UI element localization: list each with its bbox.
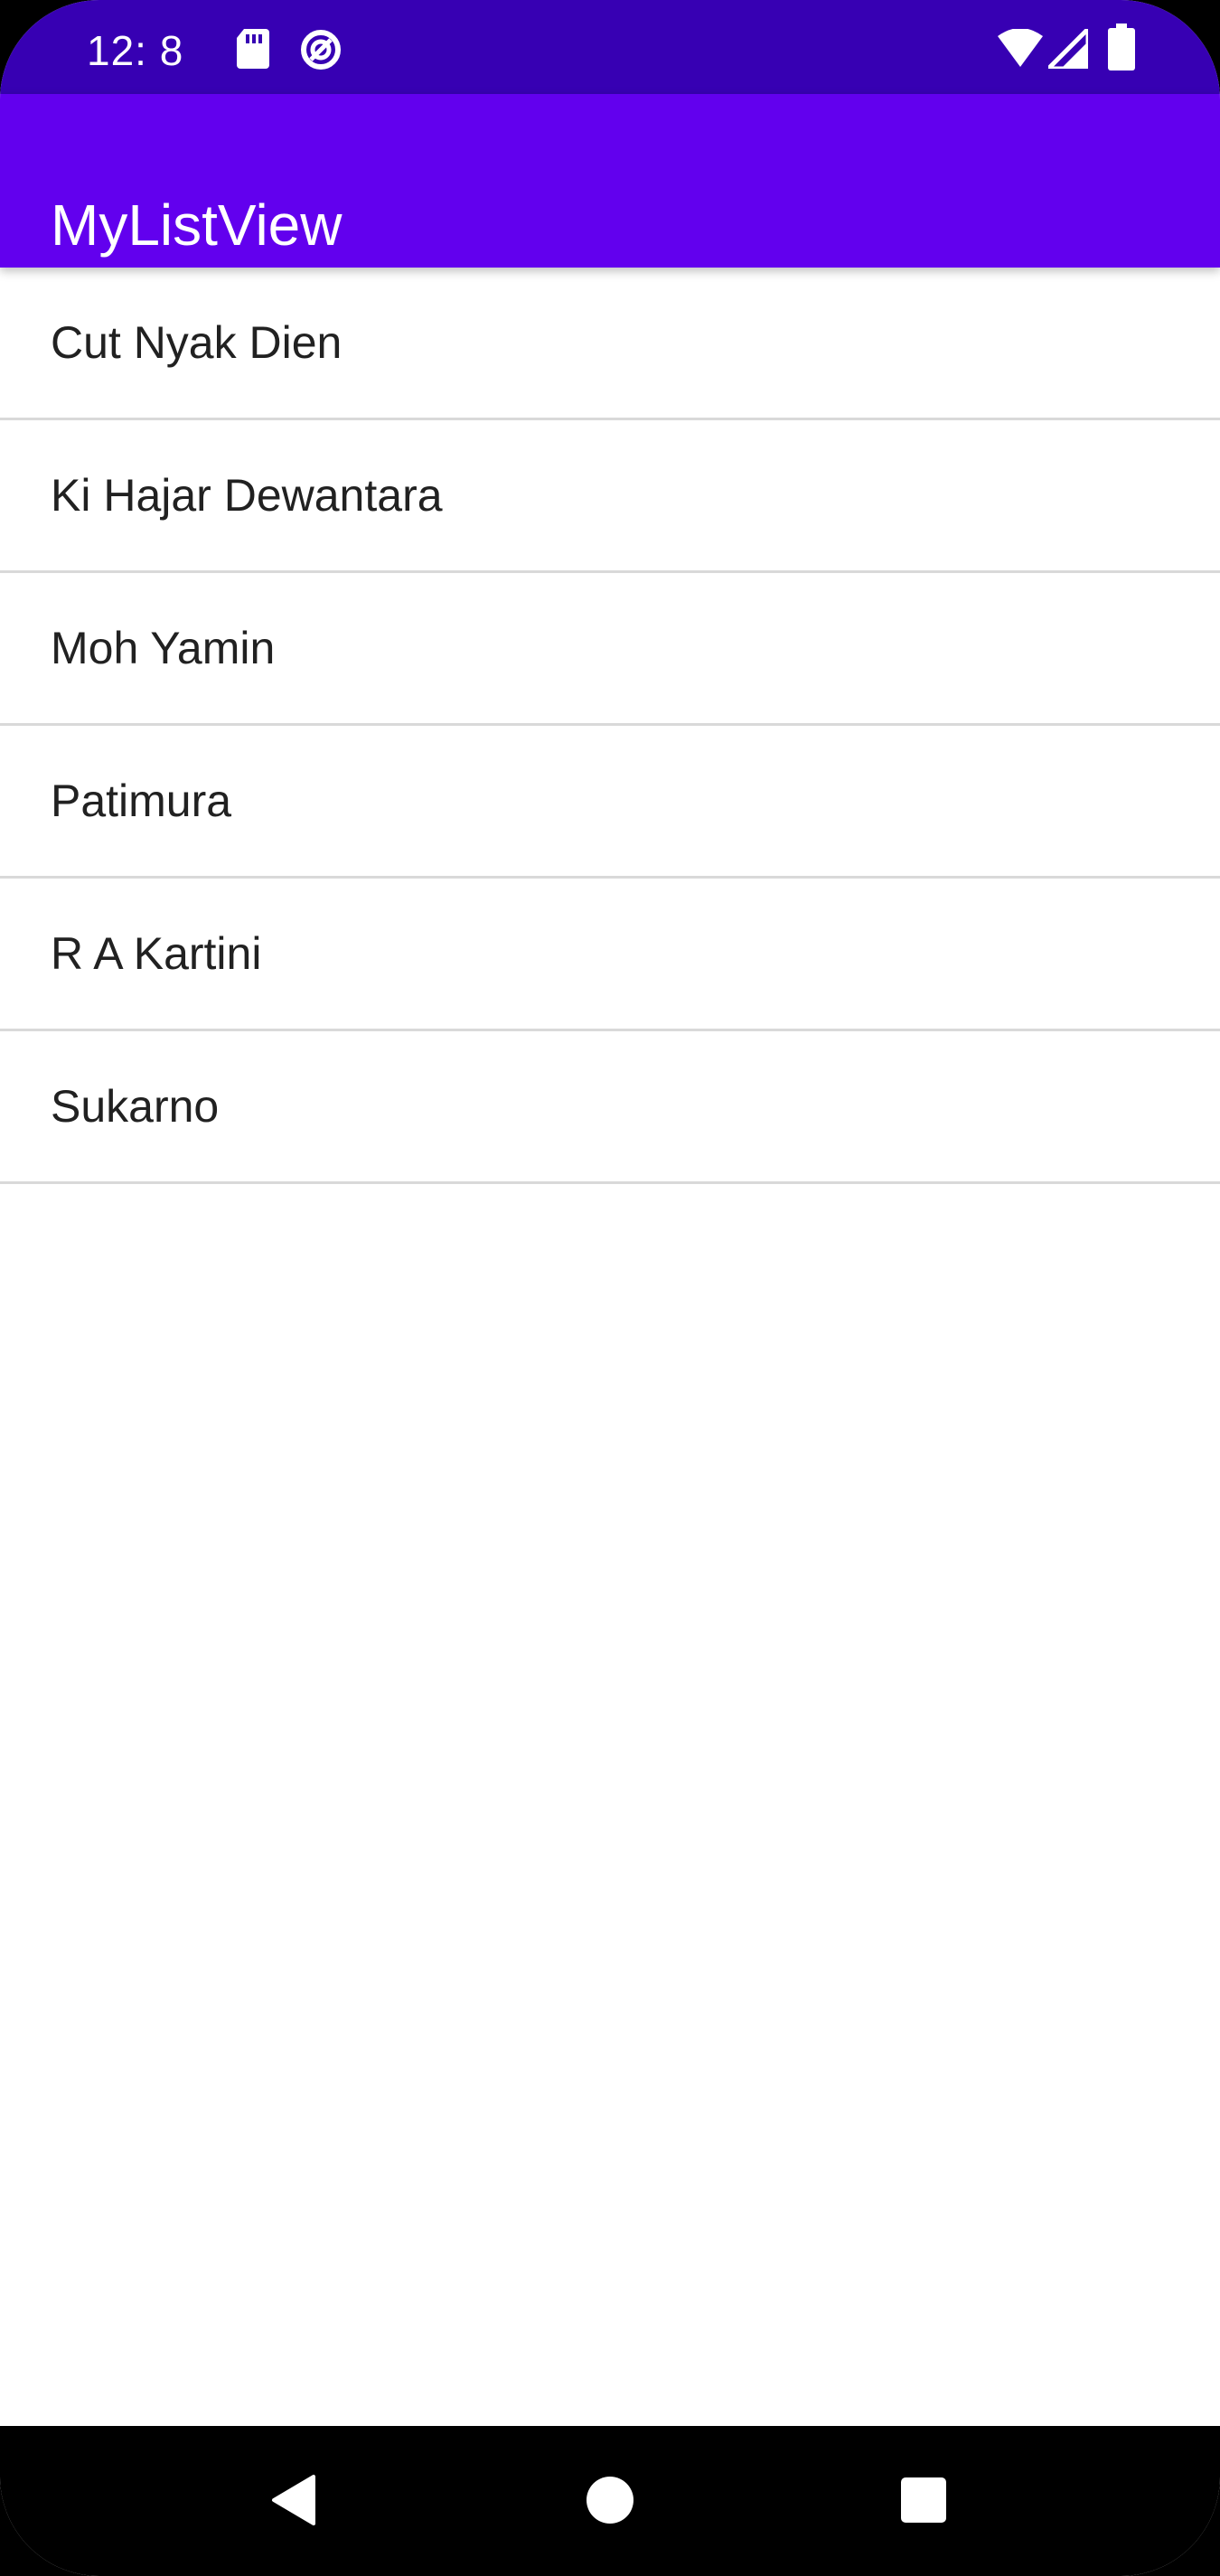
list-item-label: Moh Yamin (51, 623, 276, 673)
list-view[interactable]: Cut Nyak Dien Ki Hajar Dewantara Moh Yam… (0, 268, 1220, 1184)
recents-icon (901, 2477, 946, 2523)
data-saver-icon (298, 27, 343, 77)
list-item-label: R A Kartini (51, 928, 262, 979)
back-button[interactable] (258, 2464, 330, 2536)
list-item-label: Cut Nyak Dien (51, 317, 343, 368)
list-item[interactable]: Ki Hajar Dewantara (0, 420, 1220, 573)
home-icon (587, 2477, 633, 2524)
app-title: MyListView (51, 192, 343, 258)
list-item-label: Ki Hajar Dewantara (51, 470, 443, 521)
list-item[interactable]: Sukarno (0, 1031, 1220, 1184)
sd-card-icon (237, 29, 269, 73)
app-bar: MyListView (0, 94, 1220, 268)
list-item-label: Patimura (51, 776, 232, 826)
back-icon (272, 2475, 315, 2525)
phone-screen: 12: 8 MyListView Cut Nyak Dien Ki Hajar … (0, 0, 1220, 2576)
wifi-icon (998, 28, 1043, 71)
list-item[interactable]: R A Kartini (0, 879, 1220, 1031)
list-item[interactable]: Cut Nyak Dien (0, 268, 1220, 420)
list-item-label: Sukarno (51, 1081, 220, 1132)
home-button[interactable] (574, 2464, 646, 2536)
list-item[interactable]: Moh Yamin (0, 573, 1220, 726)
battery-icon (1108, 24, 1135, 75)
status-time: 12: 8 (87, 27, 184, 74)
navigation-bar (0, 2426, 1220, 2576)
recents-button[interactable] (887, 2464, 960, 2536)
cellular-signal-icon (1042, 23, 1091, 73)
list-item[interactable]: Patimura (0, 726, 1220, 879)
status-bar: 12: 8 (0, 0, 1220, 94)
